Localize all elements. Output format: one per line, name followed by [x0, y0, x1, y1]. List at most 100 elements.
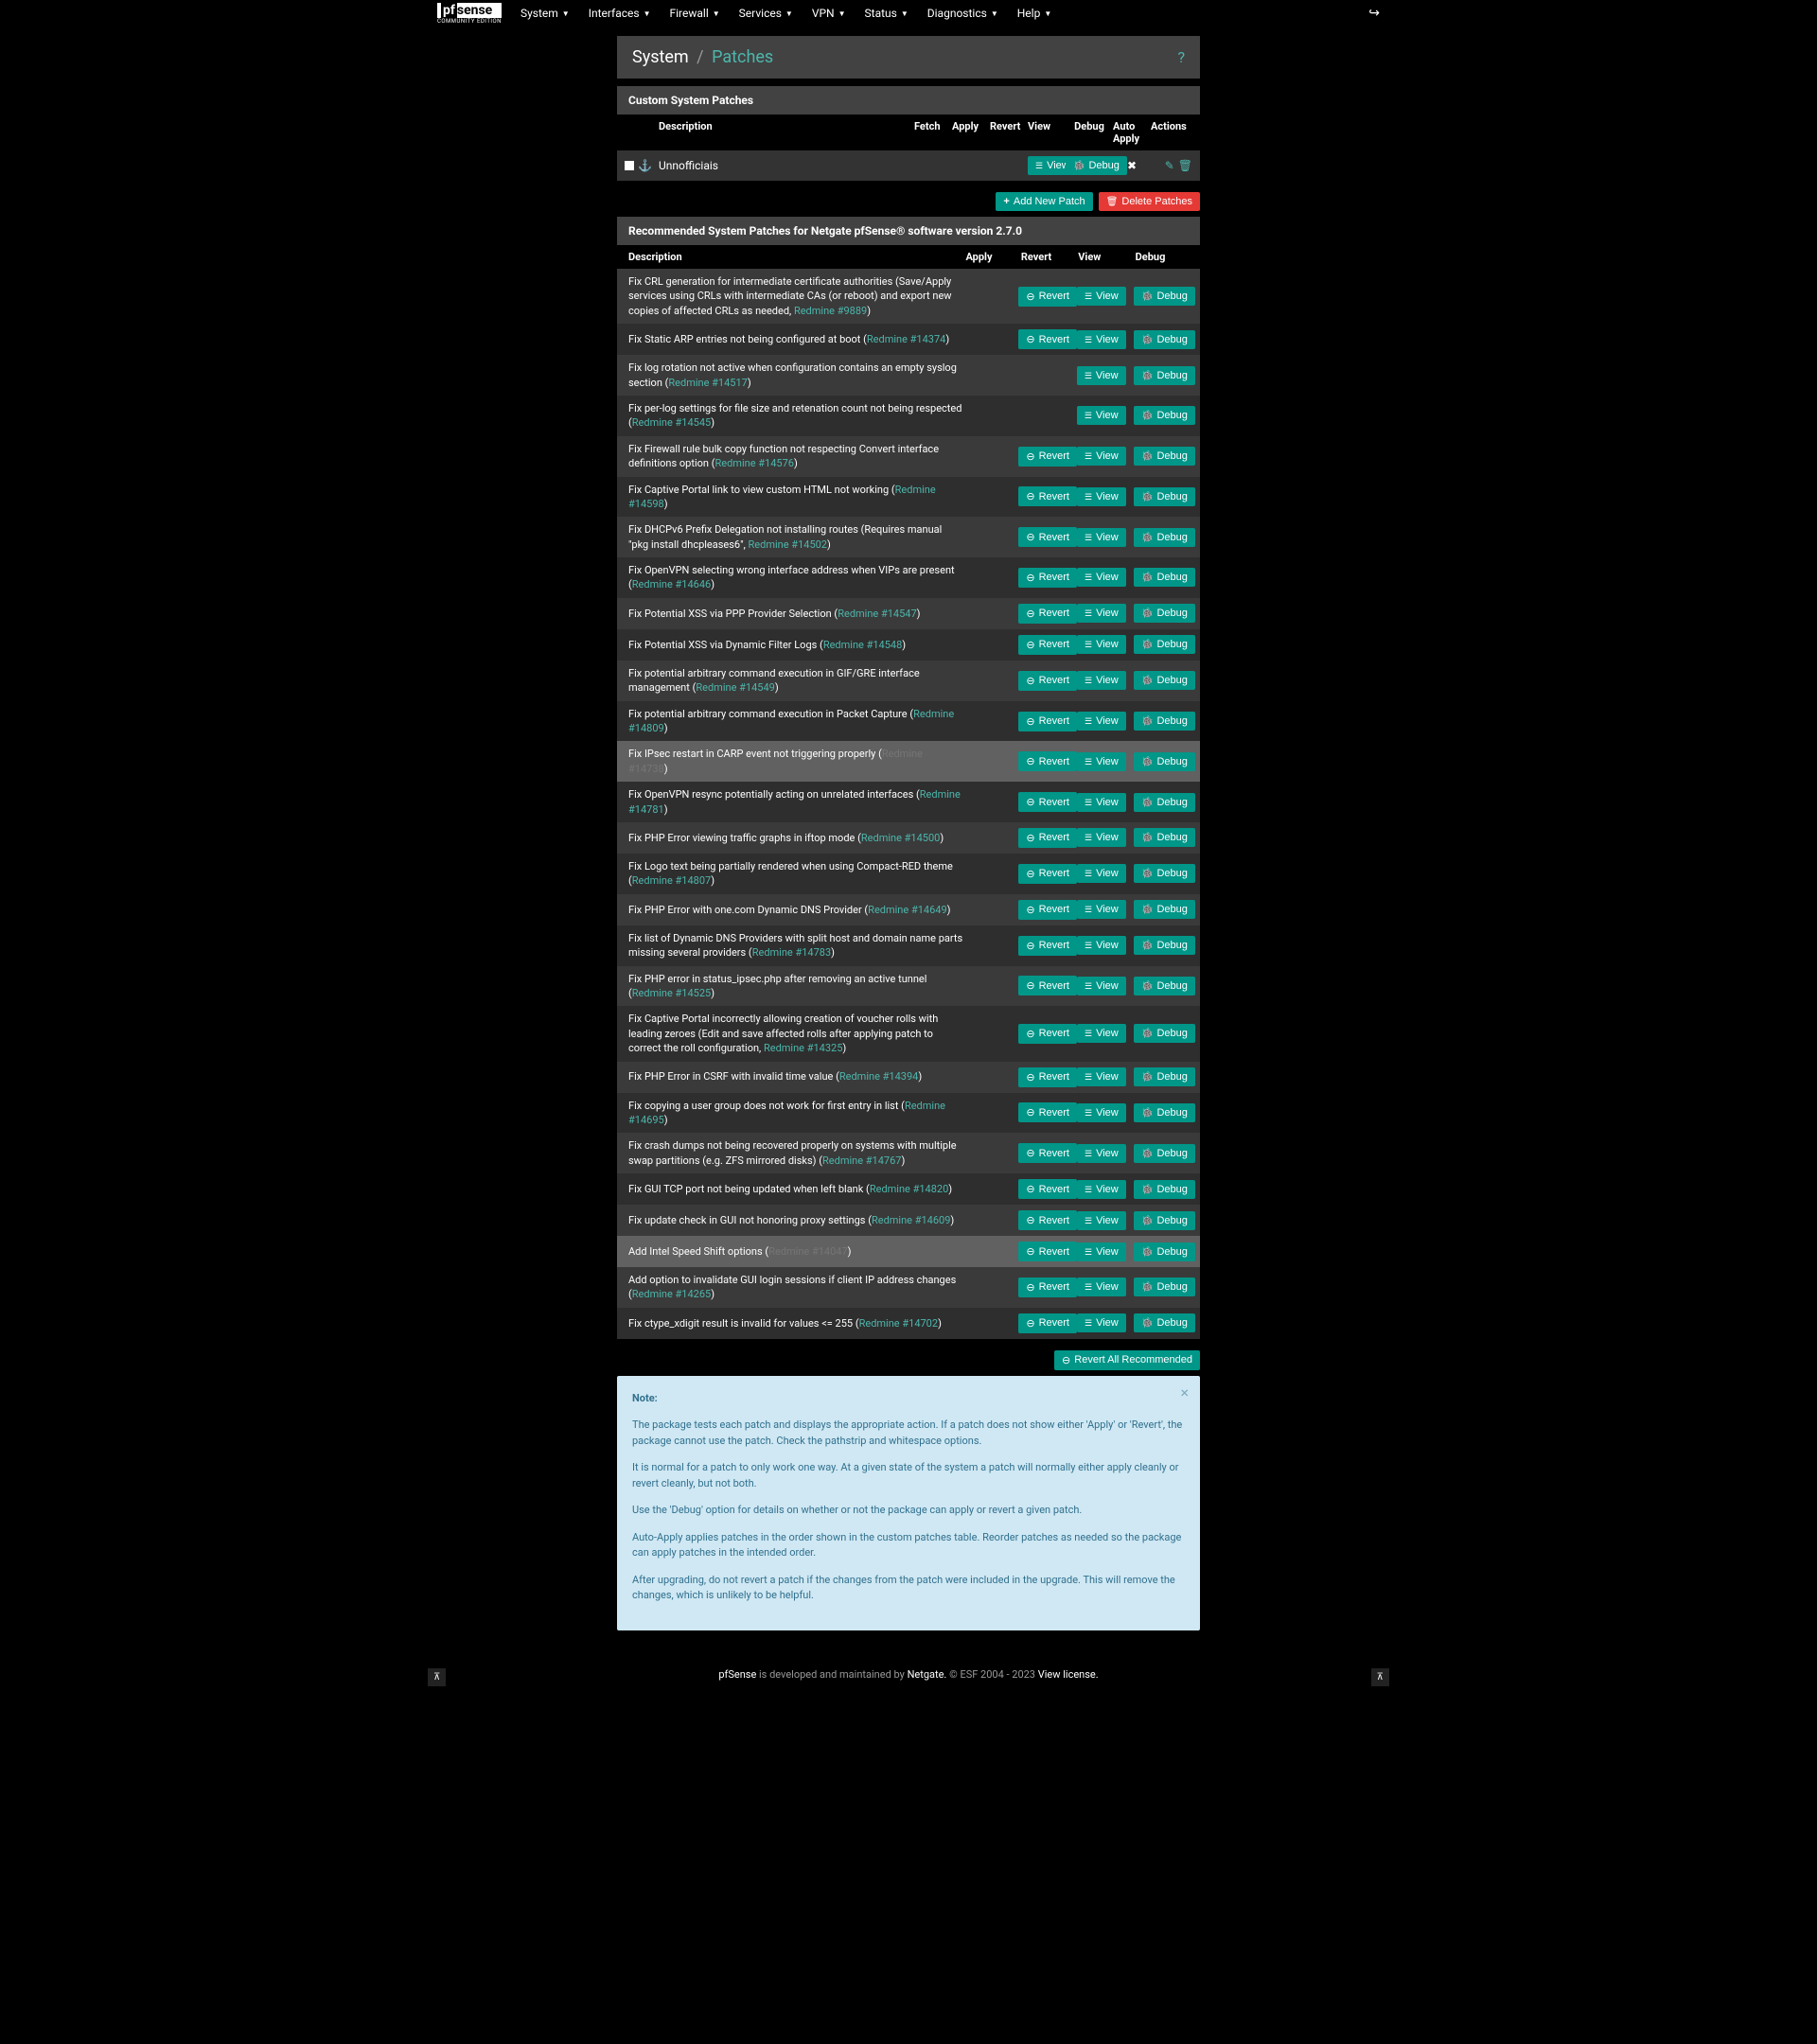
- help-icon[interactable]: ?: [1177, 48, 1185, 66]
- view-button[interactable]: View: [1077, 1103, 1126, 1122]
- view-button[interactable]: View: [1077, 936, 1126, 955]
- debug-button[interactable]: Debug: [1134, 752, 1195, 771]
- view-button[interactable]: View: [1077, 330, 1126, 349]
- redmine-link[interactable]: Redmine #14394: [839, 1070, 918, 1083]
- redmine-link[interactable]: Redmine #14649: [868, 904, 946, 916]
- nav-item-system[interactable]: System▼: [520, 7, 570, 20]
- redmine-link[interactable]: Redmine #14783: [752, 946, 831, 959]
- view-button[interactable]: View: [1077, 366, 1126, 385]
- redmine-link[interactable]: Redmine #14545: [632, 416, 711, 429]
- debug-button[interactable]: Debug: [1134, 977, 1195, 996]
- debug-button[interactable]: Debug: [1134, 793, 1195, 812]
- debug-button[interactable]: Debug: [1134, 330, 1195, 349]
- logo[interactable]: pfsense COMMUNITY EDITION: [437, 3, 502, 25]
- view-button[interactable]: View: [1077, 406, 1126, 425]
- nav-item-help[interactable]: Help▼: [1017, 7, 1052, 20]
- debug-button[interactable]: Debug: [1134, 528, 1195, 547]
- debug-button[interactable]: Debug: [1134, 1242, 1195, 1261]
- revert-button[interactable]: Revert: [1018, 936, 1077, 956]
- view-button[interactable]: View: [1077, 1278, 1126, 1296]
- redmine-link[interactable]: Redmine #14767: [822, 1154, 901, 1167]
- redmine-link[interactable]: Redmine #14576: [714, 457, 793, 469]
- revert-button[interactable]: Revert: [1018, 751, 1077, 771]
- redmine-link[interactable]: Redmine #14609: [872, 1214, 950, 1226]
- revert-button[interactable]: Revert: [1018, 527, 1077, 547]
- debug-button[interactable]: Debug: [1134, 1211, 1195, 1230]
- revert-button[interactable]: Revert: [1018, 447, 1077, 467]
- view-button[interactable]: View: [1077, 1242, 1126, 1261]
- redmine-link[interactable]: Redmine #14374: [867, 333, 945, 345]
- debug-button[interactable]: Debug: [1134, 671, 1195, 690]
- revert-all-button[interactable]: Revert All Recommended: [1054, 1350, 1200, 1370]
- view-button[interactable]: View: [1077, 864, 1126, 883]
- close-icon[interactable]: ×: [1180, 1383, 1189, 1401]
- redmine-link[interactable]: Redmine #14549: [696, 681, 774, 694]
- debug-button[interactable]: Debug: [1134, 1067, 1195, 1086]
- redmine-link[interactable]: Redmine #14547: [838, 608, 916, 620]
- row-checkbox[interactable]: [625, 161, 634, 170]
- debug-button[interactable]: Debug: [1134, 1103, 1195, 1122]
- view-button[interactable]: View: [1077, 1313, 1126, 1332]
- scroll-top-left[interactable]: ⊼: [428, 1668, 446, 1686]
- revert-button[interactable]: Revert: [1018, 671, 1077, 691]
- view-button[interactable]: View: [1077, 671, 1126, 690]
- redmine-link[interactable]: Redmine #14047: [768, 1245, 847, 1258]
- nav-item-interfaces[interactable]: Interfaces▼: [589, 7, 651, 20]
- debug-button[interactable]: Debug: [1134, 1144, 1195, 1163]
- redmine-link[interactable]: Redmine #14820: [870, 1183, 948, 1195]
- nav-item-services[interactable]: Services▼: [739, 7, 793, 20]
- debug-button[interactable]: Debug: [1134, 1180, 1195, 1199]
- revert-button[interactable]: Revert: [1018, 1210, 1077, 1230]
- view-button[interactable]: View: [1077, 1144, 1126, 1163]
- view-button[interactable]: View: [1077, 604, 1126, 623]
- nav-item-diagnostics[interactable]: Diagnostics▼: [927, 7, 998, 20]
- redmine-link[interactable]: Redmine #14525: [632, 987, 711, 999]
- redmine-link[interactable]: Redmine #14548: [823, 639, 902, 651]
- redmine-link[interactable]: Redmine #14807: [632, 874, 711, 887]
- revert-button[interactable]: Revert: [1018, 329, 1077, 349]
- logout-icon[interactable]: ↪: [1368, 6, 1380, 21]
- redmine-link[interactable]: Redmine #14702: [859, 1317, 938, 1330]
- revert-button[interactable]: Revert: [1018, 1067, 1077, 1087]
- revert-button[interactable]: Revert: [1018, 568, 1077, 588]
- debug-button[interactable]: Debug: [1134, 936, 1195, 955]
- nav-item-firewall[interactable]: Firewall▼: [670, 7, 720, 20]
- footer-pfsense-link[interactable]: pfSense: [718, 1668, 756, 1681]
- revert-button[interactable]: Revert: [1018, 864, 1077, 884]
- view-button[interactable]: View: [1077, 487, 1126, 506]
- debug-button[interactable]: Debug: [1134, 604, 1195, 623]
- debug-button[interactable]: Debug: [1134, 1278, 1195, 1296]
- trash-icon[interactable]: 🗑: [1178, 159, 1192, 172]
- view-button[interactable]: View: [1077, 287, 1126, 306]
- revert-button[interactable]: Revert: [1018, 976, 1077, 996]
- view-button[interactable]: View: [1077, 1067, 1126, 1086]
- view-button[interactable]: View: [1077, 900, 1126, 919]
- revert-button[interactable]: Revert: [1018, 1313, 1077, 1333]
- revert-button[interactable]: Revert: [1018, 1102, 1077, 1122]
- revert-button[interactable]: Revert: [1018, 792, 1077, 812]
- view-button[interactable]: View: [1077, 828, 1126, 847]
- revert-button[interactable]: Revert: [1018, 604, 1077, 624]
- footer-license-link[interactable]: View license.: [1038, 1668, 1099, 1681]
- revert-button[interactable]: Revert: [1018, 712, 1077, 731]
- revert-button[interactable]: Revert: [1018, 900, 1077, 920]
- debug-button[interactable]: Debug: [1134, 406, 1195, 425]
- debug-button[interactable]: Debug: [1134, 1024, 1195, 1043]
- view-button[interactable]: View: [1077, 752, 1126, 771]
- debug-button[interactable]: Debug: [1134, 366, 1195, 385]
- edit-icon[interactable]: ✎: [1165, 159, 1174, 172]
- debug-button[interactable]: Debug: [1134, 568, 1195, 587]
- revert-button[interactable]: Revert: [1018, 1143, 1077, 1163]
- footer-netgate-link[interactable]: Netgate.: [908, 1668, 947, 1681]
- revert-button[interactable]: Revert: [1018, 1278, 1077, 1297]
- revert-button[interactable]: Revert: [1018, 1024, 1077, 1044]
- revert-button[interactable]: Revert: [1018, 1242, 1077, 1261]
- view-button[interactable]: View: [1077, 793, 1126, 812]
- redmine-link[interactable]: Redmine #9889: [794, 305, 867, 317]
- view-button[interactable]: View: [1077, 447, 1126, 466]
- debug-button[interactable]: Debug: [1134, 900, 1195, 919]
- redmine-link[interactable]: Redmine #14500: [861, 832, 940, 844]
- redmine-link[interactable]: Redmine #14325: [764, 1042, 842, 1054]
- scroll-top-right[interactable]: ⊼: [1371, 1668, 1389, 1686]
- revert-button[interactable]: Revert: [1018, 828, 1077, 848]
